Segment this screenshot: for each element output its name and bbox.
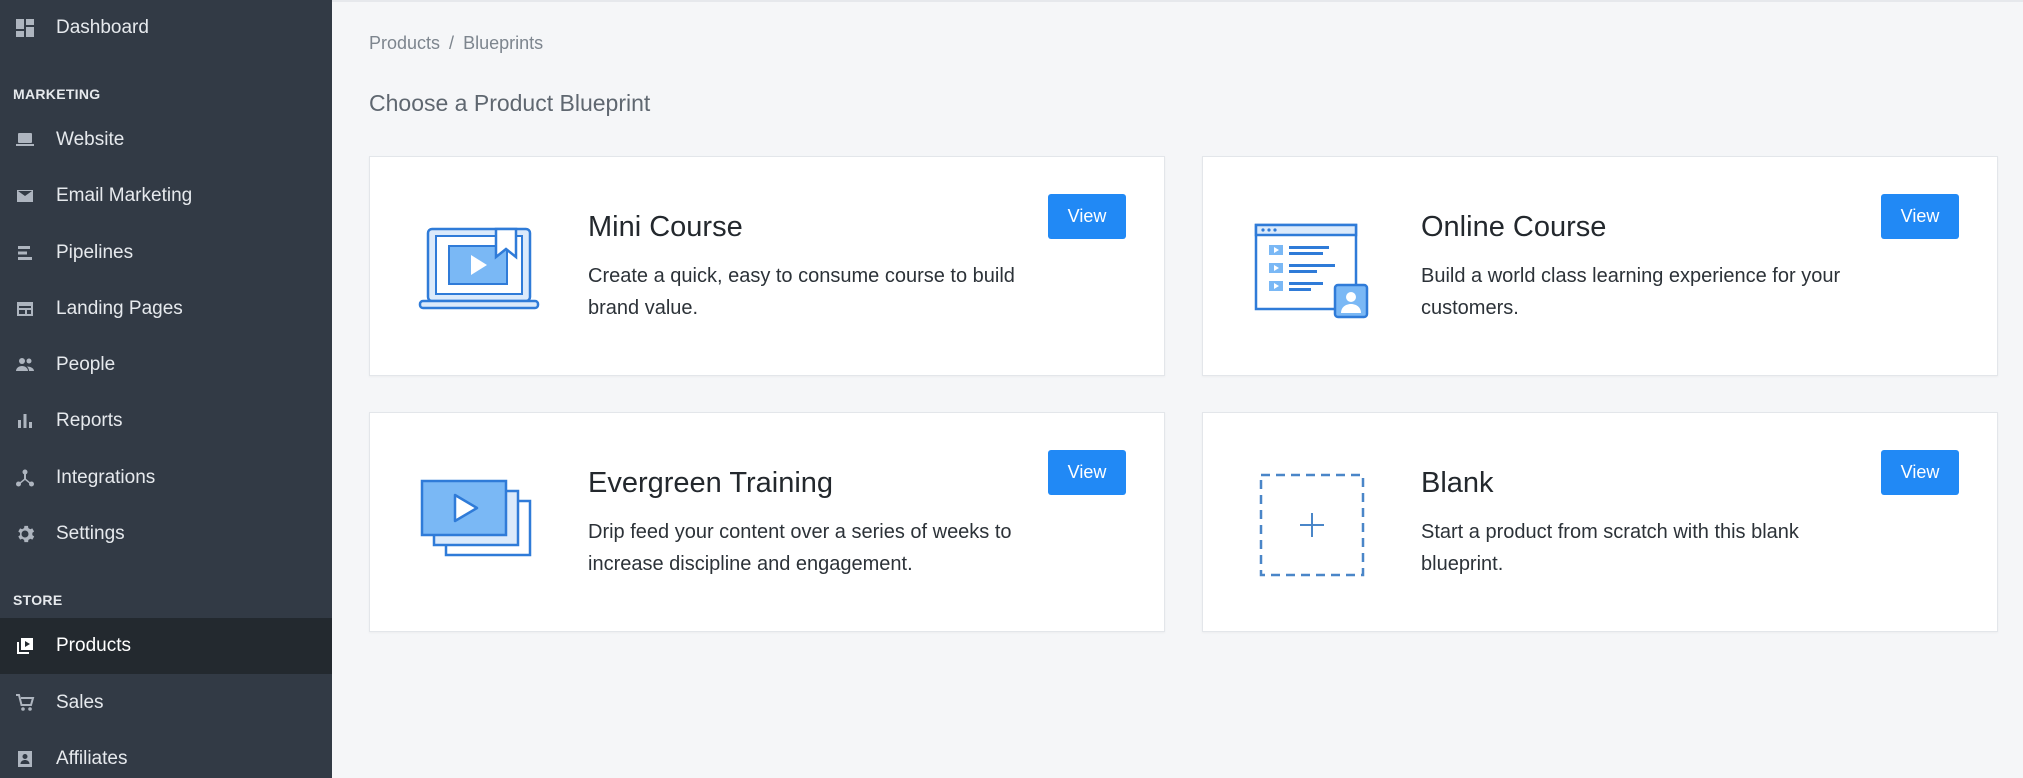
bar-chart-icon xyxy=(14,410,36,432)
sidebar-item-label: Email Marketing xyxy=(56,185,193,206)
sidebar-item-affiliates[interactable]: Affiliates xyxy=(0,731,332,778)
pipelines-icon xyxy=(14,242,36,264)
sidebar-item-label: Settings xyxy=(56,523,125,544)
laptop-video-icon xyxy=(418,217,540,321)
products-icon xyxy=(14,635,36,657)
sidebar-item-dashboard[interactable]: Dashboard xyxy=(0,0,332,56)
sidebar-item-pipelines[interactable]: Pipelines xyxy=(0,225,332,281)
sidebar-item-people[interactable]: People xyxy=(0,337,332,393)
sidebar-item-landing-pages[interactable]: Landing Pages xyxy=(0,281,332,337)
view-button[interactable]: View xyxy=(1881,194,1959,239)
blueprint-card-blank: Blank Start a product from scratch with … xyxy=(1202,412,1998,632)
card-description: Create a quick, easy to consume course t… xyxy=(588,265,1015,319)
section-label-marketing: MARKETING xyxy=(13,86,101,102)
sidebar-item-label: Pipelines xyxy=(56,242,134,263)
sidebar-item-sales[interactable]: Sales xyxy=(0,675,332,731)
sidebar-item-label: Website xyxy=(56,129,125,150)
plus-dashed-icon xyxy=(1251,473,1373,577)
breadcrumb: Products / Blueprints xyxy=(369,33,543,54)
laptop-icon xyxy=(14,129,36,151)
card-title: Evergreen Training xyxy=(588,467,834,499)
envelope-icon xyxy=(14,185,36,207)
contact-card-icon xyxy=(14,748,36,770)
sidebar-item-label: Products xyxy=(56,635,131,656)
card-title: Online Course xyxy=(1421,211,1607,243)
people-icon xyxy=(14,354,36,376)
gear-icon xyxy=(14,523,36,545)
view-button[interactable]: View xyxy=(1048,194,1126,239)
top-divider xyxy=(332,0,2023,2)
integrations-icon xyxy=(14,467,36,489)
sidebar-item-products[interactable]: Products xyxy=(0,618,332,674)
sidebar-item-reports[interactable]: Reports xyxy=(0,393,332,449)
dashboard-icon xyxy=(14,17,36,39)
landing-page-icon xyxy=(14,298,36,320)
card-description: Start a product from scratch with this b… xyxy=(1421,521,1799,575)
stacked-videos-icon xyxy=(418,473,540,577)
sidebar-item-label: Integrations xyxy=(56,467,156,488)
sidebar: Dashboard MARKETING Website Email Market… xyxy=(0,0,332,778)
sidebar-item-email-marketing[interactable]: Email Marketing xyxy=(0,168,332,224)
breadcrumb-separator: / xyxy=(449,33,455,53)
breadcrumb-link-products[interactable]: Products xyxy=(369,33,440,53)
view-button[interactable]: View xyxy=(1881,450,1959,495)
sidebar-item-label: Affiliates xyxy=(56,748,128,769)
sidebar-item-label: Sales xyxy=(56,692,104,713)
sidebar-item-website[interactable]: Website xyxy=(0,112,332,168)
cart-icon xyxy=(14,692,36,714)
card-title: Mini Course xyxy=(588,211,743,243)
sidebar-item-label: Landing Pages xyxy=(56,298,183,319)
card-description: Drip feed your content over a series of … xyxy=(588,521,1012,575)
sidebar-item-label: People xyxy=(56,354,116,375)
blueprint-card-online-course: Online Course Build a world class learni… xyxy=(1202,156,1998,376)
sidebar-item-label: Reports xyxy=(56,410,123,431)
card-description: Build a world class learning experience … xyxy=(1421,265,1841,319)
sidebar-item-settings[interactable]: Settings xyxy=(0,506,332,562)
blueprint-card-mini-course: Mini Course Create a quick, easy to cons… xyxy=(369,156,1165,376)
course-window-icon xyxy=(1251,217,1373,321)
card-title: Blank xyxy=(1421,467,1494,499)
breadcrumb-current: Blueprints xyxy=(463,33,544,53)
page-title: Choose a Product Blueprint xyxy=(369,90,651,116)
blueprint-card-evergreen-training: Evergreen Training Drip feed your conten… xyxy=(369,412,1165,632)
sidebar-item-integrations[interactable]: Integrations xyxy=(0,450,332,506)
section-label-store: STORE xyxy=(13,592,63,608)
sidebar-item-label: Dashboard xyxy=(56,17,149,38)
view-button[interactable]: View xyxy=(1048,450,1126,495)
